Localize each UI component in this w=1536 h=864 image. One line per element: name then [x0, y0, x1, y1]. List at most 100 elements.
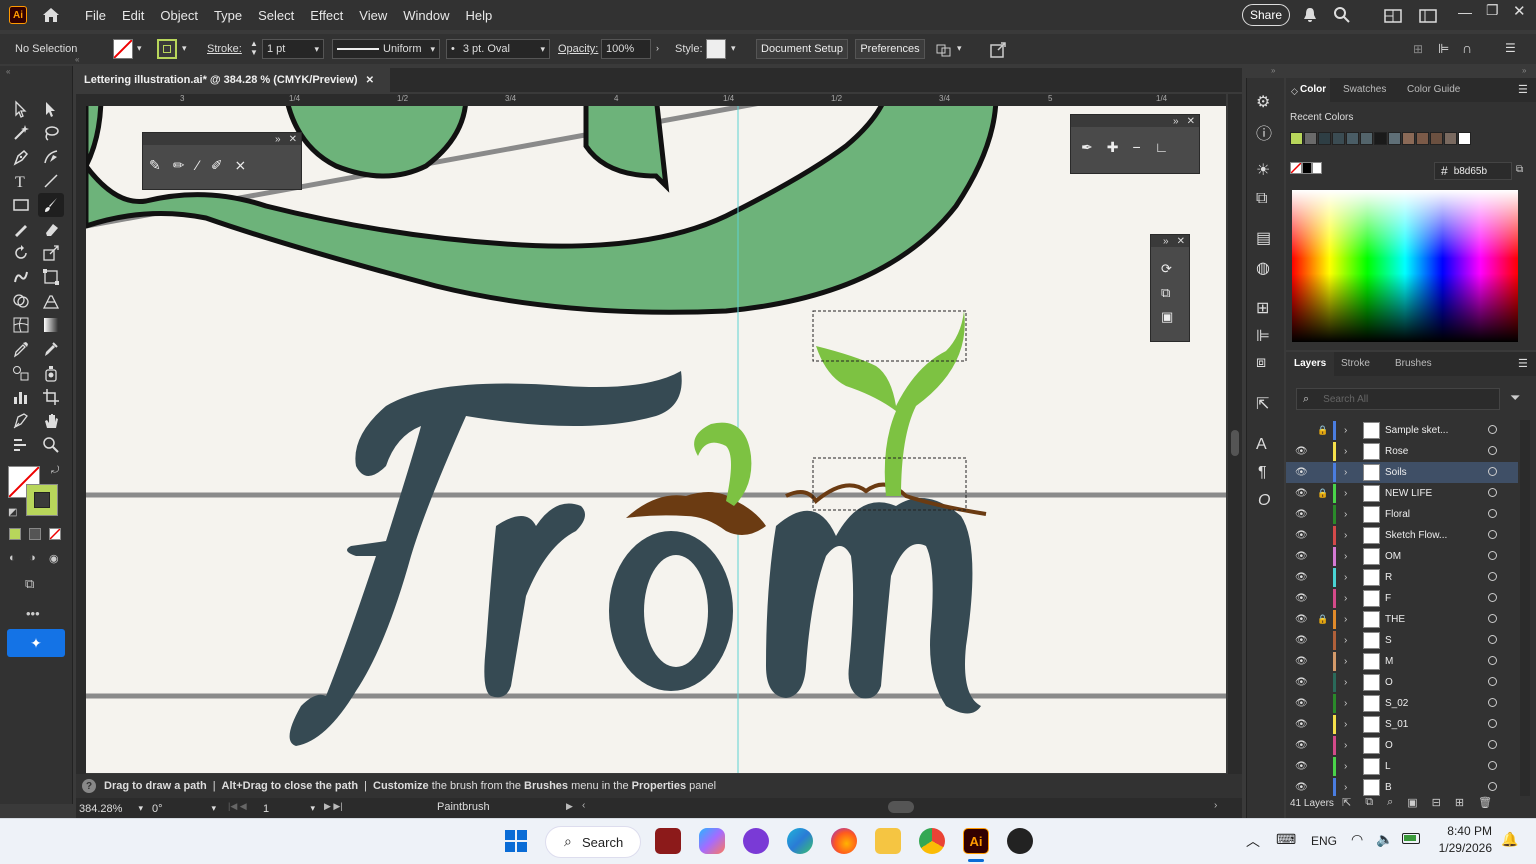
- recent-color-swatch[interactable]: [1458, 132, 1471, 145]
- layer-row[interactable]: 👁 › OM: [1286, 546, 1518, 567]
- align-panel-icon[interactable]: ⊫: [1256, 326, 1270, 346]
- symbol-sprayer-tool-icon[interactable]: [40, 362, 62, 384]
- layer-row[interactable]: 👁 › O: [1286, 672, 1518, 693]
- artboard-options-icon[interactable]: ⧉: [1161, 285, 1179, 301]
- visibility-eye-icon[interactable]: 👁: [1295, 698, 1308, 709]
- visibility-eye-icon[interactable]: 👁: [1295, 509, 1308, 520]
- stroke-color-box[interactable]: [26, 484, 58, 516]
- volume-icon[interactable]: 🔈: [1376, 831, 1393, 848]
- status-menu-icon[interactable]: ▶: [566, 801, 573, 812]
- panel-menu-icon[interactable]: ☰: [1518, 357, 1528, 370]
- visibility-eye-icon[interactable]: 👁: [1295, 782, 1308, 793]
- first-artboard-icon[interactable]: |◀ ◀: [228, 801, 247, 812]
- language-indicator[interactable]: ENG: [1311, 834, 1337, 848]
- none-mode-icon[interactable]: [49, 528, 61, 540]
- filter-icon[interactable]: ⏷: [1510, 390, 1520, 406]
- direct-selection-tool-icon[interactable]: [40, 98, 62, 120]
- target-icon[interactable]: [1488, 551, 1497, 560]
- target-icon[interactable]: [1488, 740, 1497, 749]
- messenger-app-icon[interactable]: [743, 828, 769, 854]
- shape-builder-tool-icon[interactable]: [10, 290, 32, 312]
- draw-normal-icon[interactable]: ◐: [9, 552, 16, 564]
- next-artboard-icon[interactable]: ▶ ▶|: [324, 801, 343, 812]
- info-panel-icon[interactable]: ⓘ: [1256, 120, 1272, 144]
- print-tiling-tool-icon[interactable]: [10, 434, 32, 456]
- target-icon[interactable]: [1488, 446, 1497, 455]
- layer-row[interactable]: 👁 › Rose: [1286, 441, 1518, 462]
- collapse-left-icon[interactable]: «: [75, 55, 79, 64]
- tab-color-guide[interactable]: Color Guide: [1407, 84, 1460, 95]
- generative-ai-button[interactable]: ✦: [7, 629, 65, 657]
- tab-swatches[interactable]: Swatches: [1343, 84, 1386, 95]
- opacity-label[interactable]: Opacity:: [558, 43, 598, 55]
- eraser-tool-icon[interactable]: [40, 218, 62, 240]
- recent-color-swatch[interactable]: [1290, 132, 1303, 145]
- join-tool-icon[interactable]: ⨯: [235, 157, 247, 174]
- visibility-eye-icon[interactable]: 👁: [1295, 572, 1308, 583]
- properties-panel-icon[interactable]: ⚙: [1256, 92, 1270, 112]
- new-layer-icon[interactable]: ⊞: [1455, 796, 1464, 809]
- layer-row[interactable]: 👁 › O: [1286, 735, 1518, 756]
- expand-layer-icon[interactable]: ›: [1344, 509, 1347, 520]
- document-setup-button[interactable]: Document Setup: [756, 39, 848, 59]
- appearance-panel-icon[interactable]: ☀: [1256, 160, 1270, 180]
- layer-row[interactable]: 👁 🔒 › NEW LIFE: [1286, 483, 1518, 504]
- expand-layer-icon[interactable]: ›: [1344, 719, 1347, 730]
- perspective-grid-tool-icon[interactable]: [40, 290, 62, 312]
- style-dropdown-icon[interactable]: ▾: [731, 43, 736, 54]
- menu-file[interactable]: File: [77, 0, 114, 30]
- clock-date[interactable]: 1/29/2026: [1436, 841, 1492, 855]
- brush-definition[interactable]: • 3 pt. Oval ▾: [446, 39, 550, 59]
- minimize-icon[interactable]: —: [1458, 4, 1472, 20]
- visibility-eye-icon[interactable]: 👁: [1295, 740, 1308, 751]
- column-graph-tool-icon[interactable]: [10, 386, 32, 408]
- visibility-eye-icon[interactable]: 👁: [1295, 761, 1308, 772]
- stroke-label[interactable]: Stroke:: [207, 43, 242, 55]
- selection-tool-icon[interactable]: [10, 98, 32, 120]
- collect-export-icon[interactable]: ⇱: [1342, 796, 1351, 809]
- target-icon[interactable]: [1488, 467, 1497, 476]
- layer-row[interactable]: 👁 › S_01: [1286, 714, 1518, 735]
- panel-close-icon[interactable]: ✕: [289, 134, 297, 145]
- taskbar-search-box[interactable]: ⌕ Search: [545, 826, 641, 858]
- visibility-eye-icon[interactable]: 👁: [1295, 635, 1308, 646]
- menu-help[interactable]: Help: [457, 0, 500, 30]
- recent-color-swatch[interactable]: [1360, 132, 1373, 145]
- edit-toolbar-icon[interactable]: •••: [26, 606, 40, 621]
- gradient-tool-icon[interactable]: [40, 314, 62, 336]
- smooth-tool-icon[interactable]: ⁄: [196, 157, 198, 174]
- pen-icon[interactable]: ✒: [1081, 139, 1093, 156]
- close-icon[interactable]: ✕: [1513, 2, 1526, 20]
- pencil-icon[interactable]: ✏: [173, 157, 185, 174]
- show-hidden-icons[interactable]: ︿: [1246, 831, 1260, 851]
- more-options-icon[interactable]: ☰: [1505, 41, 1516, 55]
- curvature-tool-icon[interactable]: [40, 146, 62, 168]
- fill-dropdown-icon[interactable]: ▾: [137, 43, 142, 54]
- style-swatch[interactable]: [706, 39, 726, 59]
- edge-browser-icon[interactable]: [787, 828, 813, 854]
- layer-row[interactable]: 👁 › Floral: [1286, 504, 1518, 525]
- expand-layer-icon[interactable]: ›: [1344, 467, 1347, 478]
- home-icon[interactable]: [41, 6, 61, 24]
- bell-icon[interactable]: [1301, 6, 1319, 24]
- scroll-left-icon[interactable]: ‹: [582, 800, 585, 811]
- arrange-objects-icon[interactable]: [935, 42, 953, 58]
- expand-layer-icon[interactable]: ›: [1344, 425, 1347, 436]
- menu-object[interactable]: Object: [152, 0, 206, 30]
- expand-layer-icon[interactable]: ›: [1344, 551, 1347, 562]
- file-explorer-icon[interactable]: [875, 828, 901, 854]
- target-icon[interactable]: [1488, 761, 1497, 770]
- target-icon[interactable]: [1488, 719, 1497, 728]
- stroke-stepper[interactable]: ▲ ▼: [250, 39, 258, 57]
- battery-icon[interactable]: [1402, 833, 1420, 844]
- layer-row[interactable]: 👁 › Soils: [1286, 462, 1518, 483]
- lock-icon[interactable]: 🔒: [1317, 425, 1328, 436]
- wifi-icon[interactable]: ◠: [1351, 831, 1363, 848]
- recent-color-swatch[interactable]: [1318, 132, 1331, 145]
- panel-collapse-icon[interactable]: »: [1163, 236, 1169, 247]
- paragraph-panel-icon[interactable]: ¶: [1258, 464, 1267, 482]
- expand-layer-icon[interactable]: ›: [1344, 761, 1347, 772]
- expand-layer-icon[interactable]: ›: [1344, 656, 1347, 667]
- search-icon[interactable]: [1333, 6, 1351, 24]
- panel-close-icon[interactable]: ✕: [1187, 116, 1195, 127]
